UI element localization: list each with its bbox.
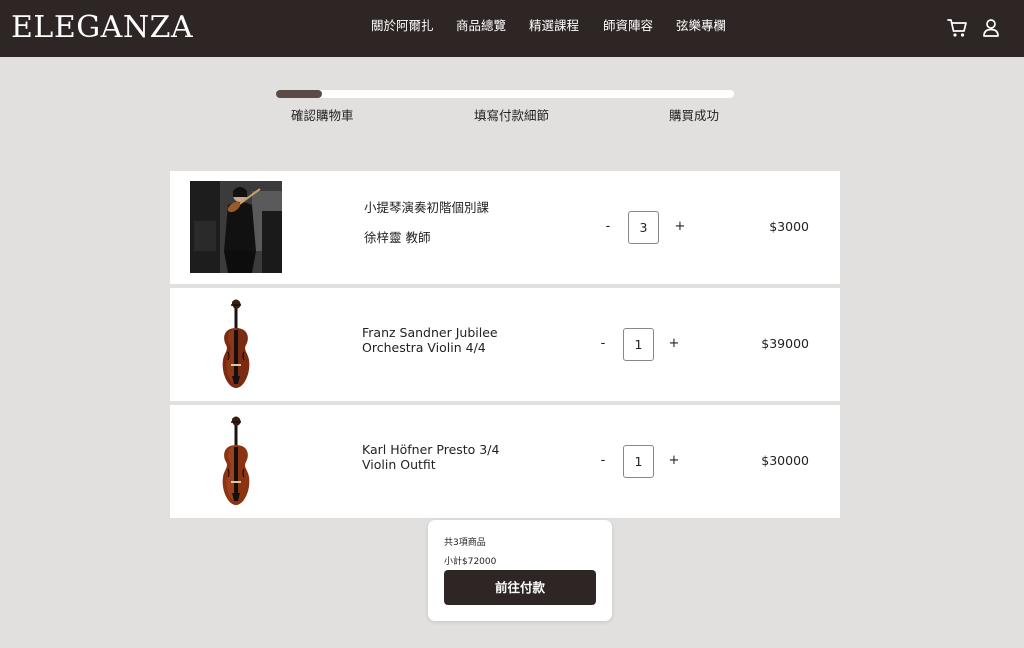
item-count: 共3項商品	[444, 538, 486, 548]
item-title-line1: Karl Höfner Presto 3/4	[362, 442, 500, 457]
item-price: $39000	[761, 336, 809, 351]
nav-teachers[interactable]: 師資陣容	[603, 18, 653, 34]
item-price: $3000	[769, 219, 809, 234]
item-title-line1: Franz Sandner Jubilee	[362, 325, 498, 340]
cart-item-row: Karl Höfner Presto 3/4 Violin Outfit - 1…	[170, 405, 840, 518]
checkout-button[interactable]: 前往付款	[444, 570, 596, 605]
qty-input[interactable]: 1	[623, 328, 654, 361]
order-summary-card: 共3項商品 小計$72000 前往付款	[428, 520, 612, 621]
qty-decrease-button[interactable]: -	[596, 453, 610, 469]
step-confirm-cart: 確認購物車	[291, 108, 354, 123]
violin-image	[222, 416, 250, 505]
checkout-progress-track	[276, 90, 734, 98]
qty-decrease-button[interactable]: -	[601, 219, 615, 235]
nav-courses[interactable]: 精選課程	[529, 18, 579, 34]
qty-input[interactable]: 1	[623, 445, 654, 478]
step-payment-details: 填寫付款細節	[474, 108, 550, 123]
nav-products[interactable]: 商品總覽	[456, 18, 506, 34]
item-price: $30000	[761, 453, 809, 468]
qty-increase-button[interactable]: +	[667, 453, 681, 469]
main-nav: 關於阿爾扎 商品總覽 精選課程 師資陣容 弦樂專欄	[0, 0, 1024, 57]
nav-column[interactable]: 弦樂專欄	[676, 18, 726, 34]
user-icon[interactable]	[982, 17, 1000, 39]
qty-increase-button[interactable]: +	[673, 219, 687, 235]
cart-item-row: Franz Sandner Jubilee Orchestra Violin 4…	[170, 288, 840, 401]
item-title-line2: Orchestra Violin 4/4	[362, 340, 486, 355]
item-title-line2: Violin Outfit	[362, 457, 436, 472]
subtotal: 小計$72000	[444, 557, 497, 567]
course-photo	[190, 181, 282, 273]
cart-item-row: 小提琴演奏初階個別課 徐梓靈 教師 - 3 + $3000	[170, 171, 840, 284]
qty-input[interactable]: 3	[628, 211, 659, 244]
qty-increase-button[interactable]: +	[667, 336, 681, 352]
qty-decrease-button[interactable]: -	[596, 336, 610, 352]
checkout-progress-fill	[276, 90, 322, 98]
nav-about[interactable]: 關於阿爾扎	[371, 18, 434, 34]
violin-image	[222, 299, 250, 388]
top-navigation-bar: ELEGANZA 關於阿爾扎 商品總覽 精選課程 師資陣容 弦樂專欄	[0, 0, 1024, 57]
item-teacher: 徐梓靈 教師	[364, 230, 431, 245]
item-title: 小提琴演奏初階個別課	[364, 200, 490, 215]
step-purchase-success: 購買成功	[669, 108, 720, 123]
cart-icon[interactable]	[946, 17, 968, 39]
